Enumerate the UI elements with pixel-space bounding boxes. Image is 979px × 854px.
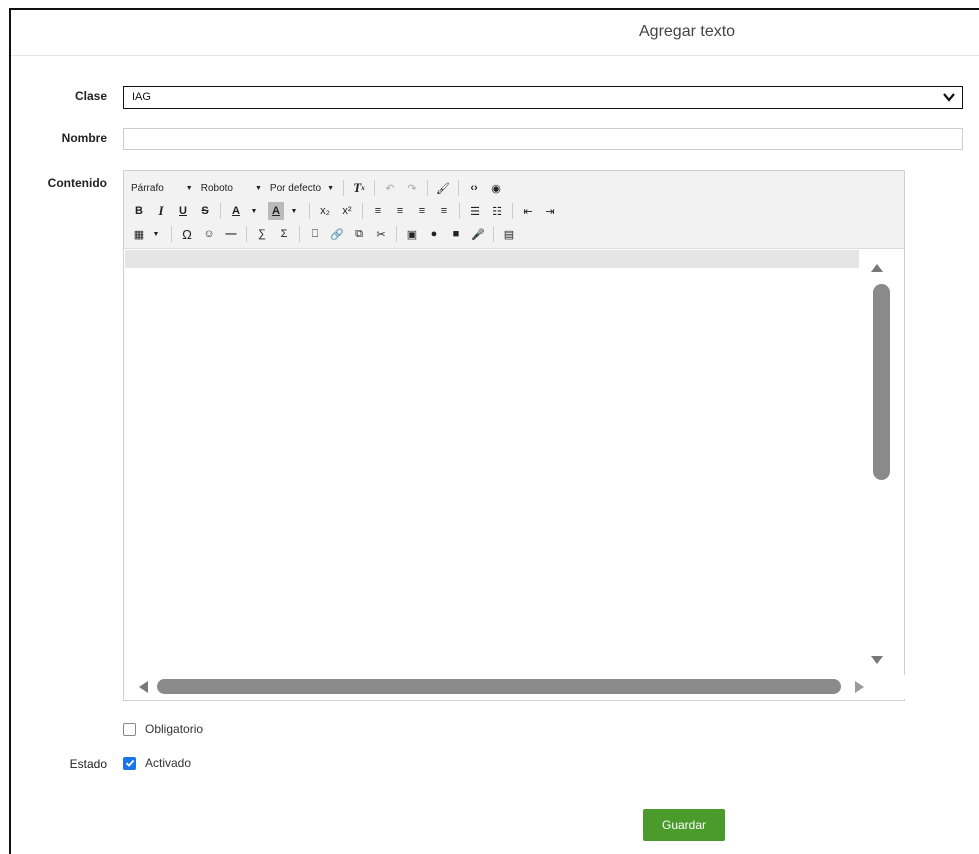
scroll-right-arrow-icon[interactable] [855,681,864,693]
caret-down-icon: ▼ [327,184,335,192]
format-painter-icon[interactable]: 🖌 [435,179,451,197]
microphone-icon[interactable]: 🎤 [470,225,486,243]
paragraph-dropdown-label: Párrafo [131,182,164,194]
size-dropdown[interactable]: Por defecto ▼ [270,183,334,194]
toolbar-divider [512,203,513,219]
align-justify-icon[interactable]: ≡ [436,202,452,220]
font-color-button[interactable]: A [228,202,244,220]
nombre-input[interactable] [123,128,963,150]
save-button[interactable]: Guardar [643,809,725,841]
clase-select[interactable]: IAG [123,86,963,109]
caret-down-icon: ▼ [185,184,193,192]
toolbar-divider [246,226,247,242]
background-color-button[interactable]: A [268,202,284,220]
toolbar-divider [427,180,429,196]
toolbar-divider [220,203,221,219]
template-icon[interactable]: ▤ [501,225,517,243]
align-right-icon[interactable]: ≡ [414,202,430,220]
nombre-label: Nombre [61,131,107,145]
estado-label: Estado [69,757,107,771]
strikethrough-button[interactable]: S [197,202,213,220]
scroll-up-arrow-icon[interactable] [871,264,883,272]
link-icon[interactable]: 🔗 [329,225,345,243]
toolbar-divider [362,203,363,219]
bookmark-icon[interactable]: ⎕ [307,225,323,243]
caret-down-icon: ▼ [254,184,262,192]
italic-button[interactable]: I [153,202,169,220]
vertical-scroll-thumb[interactable] [873,284,890,480]
font-dropdown-label: Roboto [200,182,233,194]
video-icon[interactable]: ■ [448,225,464,243]
editor-content-area[interactable] [125,268,859,676]
size-dropdown-label: Por defecto [269,182,322,194]
align-left-icon[interactable]: ≡ [370,202,386,220]
horizontal-scroll-thumb[interactable] [157,679,841,694]
indent-icon[interactable]: ⇥ [542,202,558,220]
toolbar-divider [171,226,172,242]
paragraph-dropdown[interactable]: Párrafo ▼ [131,183,193,194]
obligatorio-label: Obligatorio [145,722,204,736]
dialog-title: Agregar texto [639,23,736,40]
underline-button[interactable]: U [175,202,191,220]
caret-down-icon[interactable]: ▼ [148,225,164,243]
editor-status-strip [125,250,859,268]
toolbar-divider [458,180,460,196]
toolbar-divider [493,226,494,242]
toolbar-divider [459,203,460,219]
font-dropdown[interactable]: Roboto ▼ [201,183,262,194]
horizontal-rule-icon[interactable]: — [223,225,239,243]
horizontal-scrollbar[interactable] [125,675,905,699]
source-code-icon[interactable]: ‹› [466,179,482,197]
scroll-down-arrow-icon[interactable] [871,656,883,664]
align-center-icon[interactable]: ≡ [392,202,408,220]
toolbar-divider [299,226,300,242]
toolbar-divider [374,180,376,196]
sum-formula-icon[interactable]: ∑ [254,225,270,243]
unlink-icon[interactable]: ✂ [373,225,389,243]
outdent-icon[interactable]: ⇤ [520,202,536,220]
clase-label: Clase [74,89,107,103]
toolbar-divider [309,203,310,219]
vertical-scrollbar[interactable] [859,250,903,676]
activado-checkbox-row[interactable]: Activado [123,756,191,770]
bullet-list-icon[interactable]: ☰ [467,202,483,220]
undo-icon[interactable]: ↶ [382,179,398,197]
numbered-list-icon[interactable]: ☷ [489,202,505,220]
scroll-left-arrow-icon[interactable] [139,681,148,693]
bold-button[interactable]: B [131,202,147,220]
editor-toolbar: Párrafo ▼ Roboto ▼ Por defecto ▼ Tx ↶ ↷ 🖌 ‹… [124,171,904,249]
preview-eye-icon[interactable]: ◉ [488,179,504,197]
toolbar-divider [396,226,397,242]
sitemap-icon[interactable]: ⧉ [351,225,367,243]
contenido-label: Contenido [47,176,107,190]
caret-down-icon[interactable]: ▼ [246,202,262,220]
checkmark-icon [125,759,134,767]
activado-label: Activado [145,756,192,770]
sigma-button[interactable]: Σ [276,225,292,243]
chevron-down-icon [943,93,955,102]
activado-checkbox[interactable] [123,756,136,770]
table-icon[interactable]: ▦ [131,225,147,243]
caret-down-icon[interactable]: ▼ [286,202,302,220]
obligatorio-checkbox-row[interactable]: Obligatorio [123,722,203,736]
image-icon[interactable]: ▣ [404,225,420,243]
special-char-button[interactable]: Ω [179,225,195,243]
subscript-button[interactable]: x₂ [317,202,333,220]
emoji-icon[interactable]: ☺ [201,225,217,243]
redo-icon[interactable]: ↷ [404,179,420,197]
dialog-header: Agregar texto [11,10,979,56]
toolbar-divider [343,180,345,196]
obligatorio-checkbox[interactable] [123,722,136,736]
clase-select-value: IAG [132,91,151,103]
clear-format-icon[interactable]: Tx [351,179,367,197]
media-icon[interactable]: ● [426,225,442,243]
superscript-button[interactable]: x² [339,202,355,220]
dialog: Agregar texto Clase IAG Nombre Contenido… [9,8,979,854]
rich-text-editor: Párrafo ▼ Roboto ▼ Por defecto ▼ Tx ↶ ↷ 🖌 ‹… [123,170,905,701]
